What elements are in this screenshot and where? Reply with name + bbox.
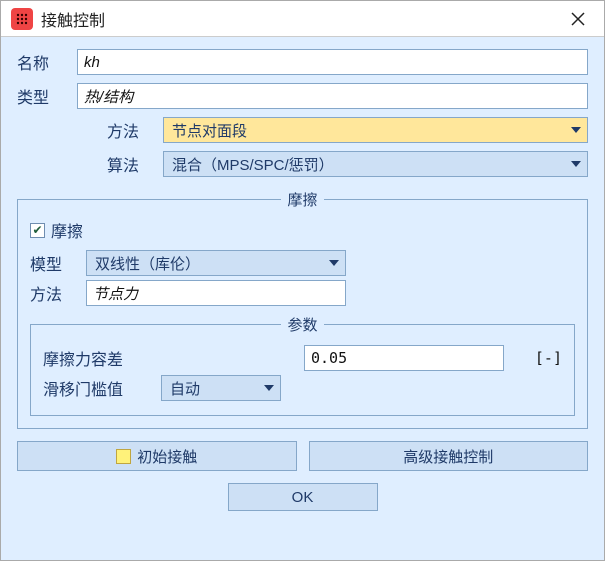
- friction-model-combo[interactable]: 双线性（库伦）: [86, 250, 346, 276]
- ok-button[interactable]: OK: [228, 483, 378, 511]
- close-icon: [571, 12, 585, 26]
- initial-contact-checkbox[interactable]: [116, 449, 131, 464]
- friction-legend: 摩擦: [281, 189, 323, 210]
- algorithm-combo[interactable]: 混合（MPS/SPC/惩罚）: [163, 151, 588, 177]
- dialog-window: 接触控制 名称 类型 方法 节点对面段 算法 混合（MPS/: [0, 0, 605, 561]
- chevron-down-icon: [571, 161, 581, 167]
- ok-label: OK: [292, 489, 314, 506]
- window-title: 接触控制: [41, 7, 562, 31]
- advanced-contact-label: 高级接触控制: [403, 446, 493, 467]
- chevron-down-icon: [571, 127, 581, 133]
- initial-contact-label: 初始接触: [137, 446, 197, 467]
- friction-method-label: 方法: [30, 281, 78, 305]
- params-group: 参数 摩擦力容差 [-] 滑移门槛值 自动: [30, 314, 575, 416]
- friction-model-label: 模型: [30, 251, 78, 275]
- algorithm-combo-value: 混合（MPS/SPC/惩罚）: [172, 154, 334, 175]
- chevron-down-icon: [329, 260, 339, 266]
- initial-contact-button[interactable]: 初始接触: [17, 441, 297, 471]
- chevron-down-icon: [264, 385, 274, 391]
- slip-threshold-combo[interactable]: 自动: [161, 375, 281, 401]
- tolerance-unit: [-]: [512, 349, 562, 367]
- advanced-contact-button[interactable]: 高级接触控制: [309, 441, 589, 471]
- slip-threshold-label: 滑移门槛值: [43, 376, 153, 400]
- method-combo[interactable]: 节点对面段: [163, 117, 588, 143]
- params-legend: 参数: [281, 314, 323, 335]
- name-label: 名称: [17, 50, 69, 74]
- friction-checkbox-label: 摩擦: [51, 218, 83, 242]
- dialog-content: 名称 类型 方法 节点对面段 算法 混合（MPS/SPC/惩罚） 摩擦 ✔: [1, 37, 604, 560]
- type-input[interactable]: [77, 83, 588, 109]
- slip-threshold-combo-value: 自动: [170, 378, 200, 399]
- friction-model-combo-value: 双线性（库伦）: [95, 253, 200, 274]
- method-combo-value: 节点对面段: [172, 120, 247, 141]
- method-label: 方法: [107, 118, 155, 142]
- friction-checkbox[interactable]: ✔: [30, 223, 45, 238]
- friction-method-input[interactable]: [86, 280, 346, 306]
- app-icon: [11, 8, 33, 30]
- name-input[interactable]: [77, 49, 588, 75]
- tolerance-label: 摩擦力容差: [43, 346, 153, 370]
- algorithm-label: 算法: [107, 152, 155, 176]
- titlebar: 接触控制: [1, 1, 604, 37]
- close-button[interactable]: [562, 5, 594, 33]
- tolerance-input[interactable]: [304, 345, 504, 371]
- type-label: 类型: [17, 84, 69, 108]
- friction-group: 摩擦 ✔ 摩擦 模型 双线性（库伦） 方法 参数 摩擦力容差: [17, 189, 588, 429]
